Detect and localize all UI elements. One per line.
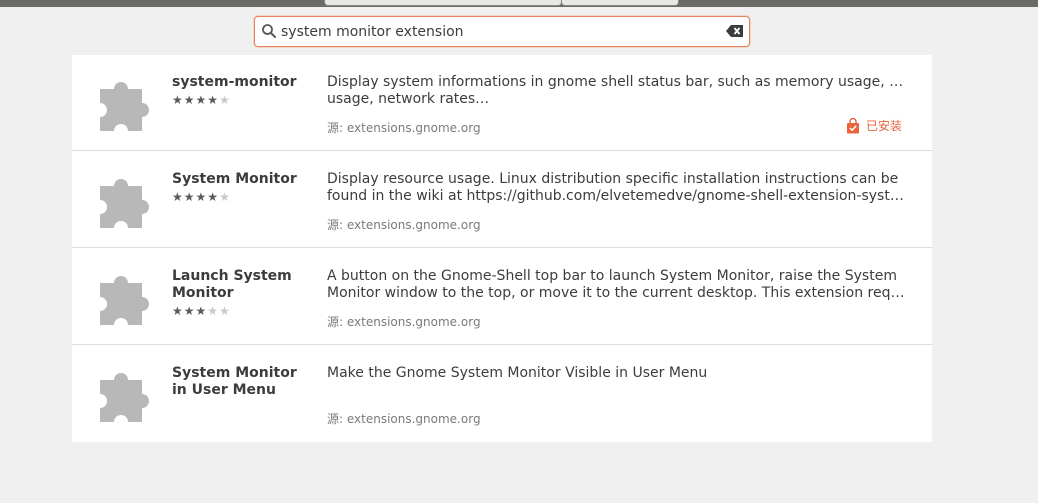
installed-status: 已安装 (846, 117, 902, 134)
extension-description: A button on the Gnome-Shell top bar to l… (327, 268, 907, 301)
search-input[interactable] (281, 21, 721, 43)
puzzle-piece-icon (100, 179, 149, 228)
result-row[interactable]: System Monitor in User Menu Make the Gno… (72, 346, 932, 442)
source-label: 源: extensions.gnome.org (327, 412, 481, 426)
search-box[interactable] (254, 16, 750, 47)
installed-label: 已安装 (865, 119, 902, 133)
search-icon (262, 24, 276, 38)
rating-stars: ★★★★★ (172, 93, 231, 107)
shopping-bag-check-icon (846, 117, 859, 133)
extension-name: System Monitor in User Menu (172, 365, 297, 398)
source-label: 源: extensions.gnome.org (327, 315, 481, 329)
source-label: 源: extensions.gnome.org (327, 218, 481, 232)
extension-name: System Monitor (172, 171, 297, 187)
rating-stars: ★★★★★ (172, 190, 231, 204)
puzzle-piece-icon (100, 373, 149, 422)
extension-description: Display resource usage. Linux distributi… (327, 171, 907, 204)
result-row[interactable]: Launch System Monitor ★★★★★ A button on … (72, 249, 932, 345)
extension-name: system-monitor (172, 74, 297, 90)
puzzle-piece-icon (100, 276, 149, 325)
search-results-list: system-monitor ★★★★★ Display system info… (72, 55, 932, 442)
extension-name: Launch System Monitor (172, 268, 292, 301)
extension-description: Make the Gnome System Monitor Visible in… (327, 365, 708, 381)
header-tab-right[interactable] (561, 0, 679, 6)
source-label: 源: extensions.gnome.org (327, 121, 481, 135)
result-row[interactable]: system-monitor ★★★★★ Display system info… (72, 55, 932, 151)
puzzle-piece-icon (100, 82, 149, 131)
result-row[interactable]: System Monitor ★★★★★ Display resource us… (72, 152, 932, 248)
extension-description: Display system informations in gnome she… (327, 74, 907, 107)
clear-icon[interactable] (726, 24, 744, 38)
header-tab-left[interactable] (324, 0, 562, 6)
rating-stars: ★★★★★ (172, 304, 231, 318)
